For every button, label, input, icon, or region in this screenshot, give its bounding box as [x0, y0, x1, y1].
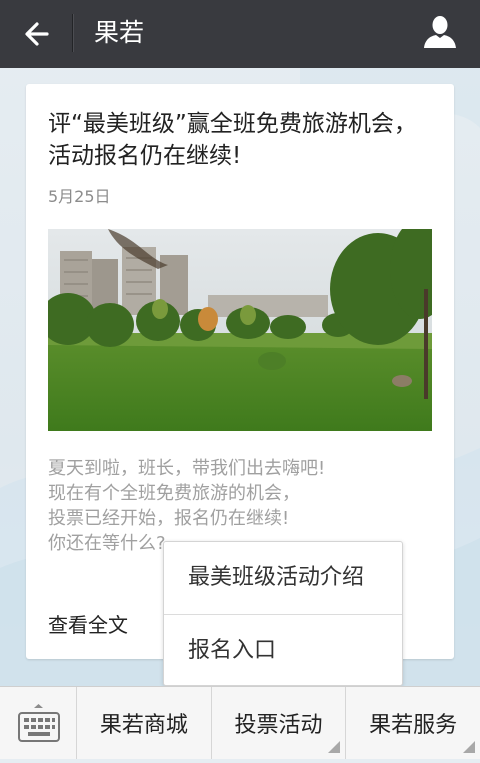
profile-button[interactable]	[422, 14, 458, 50]
article-title[interactable]: 评“最美班级”赢全班免费旅游机会，活动报名仍在继续!	[48, 108, 428, 172]
read-full-article-link[interactable]: 查看全文	[48, 609, 128, 638]
menu-tab-voting[interactable]: 投票活动	[212, 687, 347, 759]
keyboard-toggle-button[interactable]	[0, 687, 77, 759]
submenu-popup: 最美班级活动介绍 报名入口	[163, 541, 403, 686]
keyboard-icon	[18, 704, 60, 742]
back-button[interactable]	[20, 17, 56, 51]
menu-tab-store-label: 果若商城	[99, 713, 188, 738]
article-date: 5月25日	[48, 187, 111, 206]
menu-tab-services-label: 果若服务	[369, 713, 458, 738]
menu-tab-store[interactable]: 果若商城	[77, 687, 212, 759]
account-title: 果若	[94, 18, 145, 47]
menu-tab-voting-label: 投票活动	[234, 713, 323, 738]
submenu-item-signup-entry[interactable]: 报名入口	[164, 614, 402, 687]
submenu-corner-icon	[328, 741, 341, 753]
menu-tab-services[interactable]: 果若服务	[346, 687, 480, 759]
person-icon	[424, 16, 456, 48]
bottom-menu-bar: 果若商城 投票活动 果若服务	[0, 686, 480, 759]
submenu-corner-icon	[463, 741, 476, 753]
arrow-left-icon	[25, 22, 49, 46]
top-navigation-bar: 果若	[0, 0, 480, 68]
submenu-item-activity-intro[interactable]: 最美班级活动介绍	[164, 542, 402, 614]
article-cover-image[interactable]	[48, 229, 432, 431]
header-divider	[72, 14, 73, 52]
